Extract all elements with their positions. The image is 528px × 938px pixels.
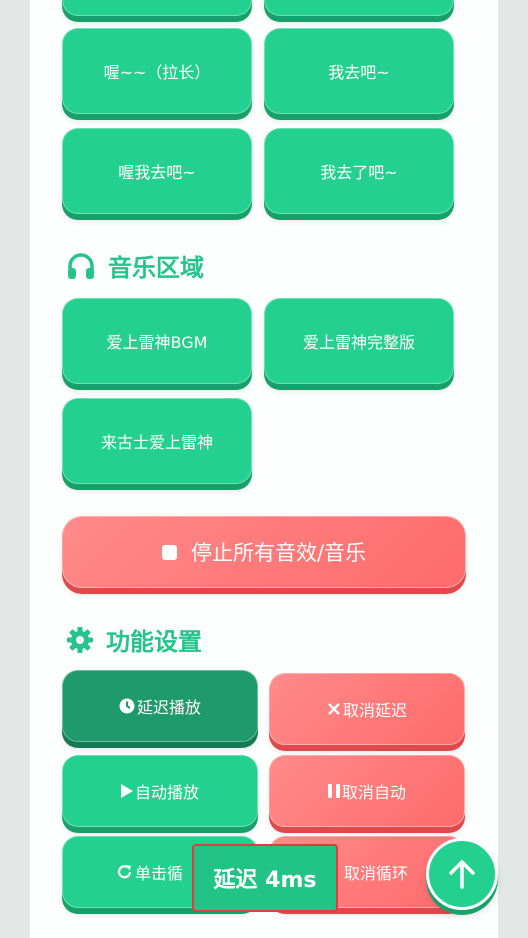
- auto-play-button[interactable]: 自动播放: [62, 755, 258, 827]
- clock-icon: [119, 698, 135, 714]
- music-section-title: 音乐区域: [66, 248, 204, 283]
- stop-all-label: 停止所有音效/音乐: [190, 541, 367, 565]
- close-icon: [327, 702, 341, 716]
- settings-title-text: 功能设置: [106, 628, 202, 656]
- settings-section-title: 功能设置: [66, 622, 202, 657]
- play-icon: [120, 784, 133, 798]
- cancel-loop-label: 取消循环: [344, 864, 409, 883]
- auto-play-label: 自动播放: [134, 783, 199, 802]
- toast-text: 延迟 4ms: [213, 868, 317, 893]
- cancel-auto-button[interactable]: 取消自动: [269, 755, 465, 827]
- gear-icon: [67, 626, 93, 653]
- music-button[interactable]: 来古士爱上雷神: [62, 398, 252, 484]
- cancel-auto-label: 取消自动: [341, 783, 406, 802]
- voice-button[interactable]: 我去吧~: [264, 28, 454, 114]
- voice-button[interactable]: [62, 0, 252, 16]
- stop-icon: [161, 544, 177, 560]
- voice-button[interactable]: [264, 0, 454, 16]
- delay-play-button[interactable]: 延迟播放: [62, 670, 258, 742]
- music-button[interactable]: 爱上雷神BGM: [62, 298, 252, 384]
- delay-play-label: 延迟播放: [136, 698, 201, 717]
- cancel-delay-label: 取消延迟: [342, 701, 407, 720]
- pause-icon: [327, 784, 340, 798]
- headphones-icon: [68, 252, 94, 279]
- delay-toast: 延迟 4ms: [192, 844, 338, 912]
- cancel-delay-button[interactable]: 取消延迟: [269, 673, 465, 745]
- single-loop-label: 单击循: [135, 864, 184, 883]
- scrollbar-track[interactable]: [498, 0, 528, 938]
- arrow-up-icon: [449, 860, 475, 889]
- music-title-text: 音乐区域: [108, 254, 204, 282]
- voice-button[interactable]: 我去了吧~: [264, 128, 454, 214]
- redo-icon: [117, 864, 133, 880]
- back-to-top-button[interactable]: [426, 838, 498, 910]
- voice-button[interactable]: 喔~~（拉长）: [62, 28, 252, 114]
- voice-button[interactable]: 喔我去吧~: [62, 128, 252, 214]
- stop-all-button[interactable]: 停止所有音效/音乐: [62, 516, 466, 588]
- music-button[interactable]: 爱上雷神完整版: [264, 298, 454, 384]
